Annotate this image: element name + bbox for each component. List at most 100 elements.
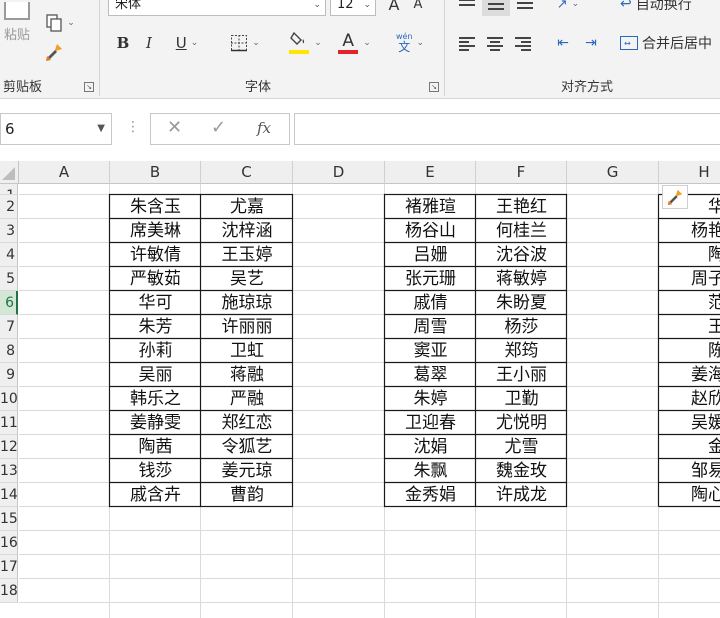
orientation-button[interactable]: ↗ ⌄ <box>548 0 588 14</box>
cell-e5[interactable]: 张元珊 <box>385 267 476 291</box>
decrease-font-size-button[interactable]: A <box>408 0 428 14</box>
copy-button[interactable]: ⌄ <box>40 12 80 34</box>
cell-c14[interactable]: 曹韵 <box>201 483 293 507</box>
cell-f12[interactable]: 尤雪 <box>476 435 567 459</box>
cell-f11[interactable]: 尤悦明 <box>476 411 567 435</box>
cell-f13[interactable]: 魏金玫 <box>476 459 567 483</box>
cell-b10[interactable]: 韩乐之 <box>110 387 201 411</box>
cell-f3[interactable]: 何桂兰 <box>476 219 567 243</box>
font-size-select[interactable]: 12 ⌄ <box>330 0 376 16</box>
cell-e8[interactable]: 窦亚 <box>385 339 476 363</box>
paste-button[interactable]: 粘贴 <box>0 0 34 44</box>
underline-button[interactable]: U ⌄ <box>164 32 210 54</box>
font-name-select[interactable]: 宋体 ⌄ <box>108 0 326 16</box>
cell-h10[interactable]: 赵欣玥 <box>659 387 720 411</box>
wrap-text-button[interactable]: ↩ 自动换行 <box>620 0 720 14</box>
align-center-button[interactable] <box>484 32 506 54</box>
cell-e4[interactable]: 吕姗 <box>385 243 476 267</box>
increase-indent-button[interactable]: ⇥ <box>580 32 602 54</box>
phonetic-guide-button[interactable]: wén 文 ⌄ <box>388 30 432 56</box>
cell-f6[interactable]: 朱盼夏 <box>476 291 567 315</box>
merge-center-button[interactable]: ↔ 合并后居中 <box>620 32 720 54</box>
enter-icon[interactable]: ✓ <box>211 117 226 138</box>
formula-input[interactable] <box>294 113 720 145</box>
cell-h8[interactable]: 陈娟 <box>659 339 720 363</box>
cell-e12[interactable]: 沈娟 <box>385 435 476 459</box>
decrease-indent-button[interactable]: ⇤ <box>552 32 574 54</box>
cell-h14[interactable]: 陶心妍 <box>659 483 720 507</box>
cell-h5[interactable]: 周子菱 <box>659 267 720 291</box>
cell-b9[interactable]: 吴丽 <box>110 363 201 387</box>
cell-b13[interactable]: 钱莎 <box>110 459 201 483</box>
cell-e10[interactable]: 朱婷 <box>385 387 476 411</box>
cell-h13[interactable]: 邹易君 <box>659 459 720 483</box>
cell-h7[interactable]: 王亚 <box>659 315 720 339</box>
cell-f8[interactable]: 郑筠 <box>476 339 567 363</box>
cell-h9[interactable]: 姜海亮 <box>659 363 720 387</box>
cancel-icon[interactable]: ✕ <box>167 117 182 138</box>
cell-h3[interactable]: 杨艳约 <box>659 219 720 243</box>
cell-e9[interactable]: 葛翠 <box>385 363 476 387</box>
align-top-button[interactable] <box>456 0 478 14</box>
cell-f14[interactable]: 许成龙 <box>476 483 567 507</box>
increase-font-size-button[interactable]: A <box>384 0 404 14</box>
cell-b11[interactable]: 姜静雯 <box>110 411 201 435</box>
cell-c2[interactable]: 尤嘉 <box>201 195 293 219</box>
cell-e2[interactable]: 褚雅瑄 <box>385 195 476 219</box>
align-bottom-button[interactable] <box>514 0 536 14</box>
cell-e6[interactable]: 戚倩 <box>385 291 476 315</box>
cell-b3[interactable]: 席美琳 <box>110 219 201 243</box>
cell-f9[interactable]: 王小丽 <box>476 363 567 387</box>
cell-f10[interactable]: 卫勤 <box>476 387 567 411</box>
bold-button[interactable]: B <box>112 32 134 54</box>
cell-h12[interactable]: 金涛 <box>659 435 720 459</box>
cell-c9[interactable]: 蒋融 <box>201 363 293 387</box>
cell-c5[interactable]: 吴艺 <box>201 267 293 291</box>
cell-b5[interactable]: 严敏茹 <box>110 267 201 291</box>
cell-b14[interactable]: 戚含卉 <box>110 483 201 507</box>
cell-c4[interactable]: 王玉婷 <box>201 243 293 267</box>
cell-h6[interactable]: 范雁 <box>659 291 720 315</box>
cell-c3[interactable]: 沈梓涵 <box>201 219 293 243</box>
cell-b6[interactable]: 华可 <box>110 291 201 315</box>
format-painter-button[interactable] <box>40 40 68 64</box>
paste-options-button[interactable] <box>662 185 688 209</box>
cell-h11[interactable]: 吴媛芳 <box>659 411 720 435</box>
clipboard-dialog-launcher[interactable]: ↘ <box>84 82 94 92</box>
font-dialog-launcher[interactable]: ↘ <box>429 82 439 92</box>
cell-e13[interactable]: 朱飘 <box>385 459 476 483</box>
italic-button[interactable]: I <box>138 32 160 54</box>
cell-c10[interactable]: 严融 <box>201 387 293 411</box>
cell-c12[interactable]: 令狐艺 <box>201 435 293 459</box>
font-color-button[interactable]: A ⌄ <box>332 30 376 56</box>
cell-f7[interactable]: 杨莎 <box>476 315 567 339</box>
align-middle-button[interactable] <box>482 0 510 16</box>
cell-b8[interactable]: 孙莉 <box>110 339 201 363</box>
cell-f5[interactable]: 蒋敏婷 <box>476 267 567 291</box>
align-right-button[interactable] <box>512 32 534 54</box>
cell-c11[interactable]: 郑红恋 <box>201 411 293 435</box>
cell-h4[interactable]: 陶妏 <box>659 243 720 267</box>
fill-color-button[interactable]: ⌄ <box>282 30 328 56</box>
cell-c8[interactable]: 卫虹 <box>201 339 293 363</box>
cell-c6[interactable]: 施琼琼 <box>201 291 293 315</box>
cell-c7[interactable]: 许丽丽 <box>201 315 293 339</box>
cell-e3[interactable]: 杨谷山 <box>385 219 476 243</box>
cell-b7[interactable]: 朱芳 <box>110 315 201 339</box>
cell-b4[interactable]: 许敏倩 <box>110 243 201 267</box>
cell-b12[interactable]: 陶茜 <box>110 435 201 459</box>
cell-e7[interactable]: 周雪 <box>385 315 476 339</box>
align-left-button[interactable] <box>456 32 478 54</box>
formula-bar-grip-icon[interactable]: ⋮ <box>126 119 140 135</box>
cell-f4[interactable]: 沈谷波 <box>476 243 567 267</box>
name-box[interactable]: 6 ▼ <box>0 113 112 145</box>
cell-c13[interactable]: 姜元琼 <box>201 459 293 483</box>
cell-e11[interactable]: 卫迎春 <box>385 411 476 435</box>
cell-e14[interactable]: 金秀娟 <box>385 483 476 507</box>
insert-function-icon[interactable]: fx <box>257 119 271 137</box>
worksheet-grid[interactable]: ABCDEFGH 123456789101112131415161718 朱含玉… <box>0 161 720 618</box>
decrease-indent-icon: ⇤ <box>557 35 569 51</box>
cell-f2[interactable]: 王艳红 <box>476 195 567 219</box>
cell-b2[interactable]: 朱含玉 <box>110 195 201 219</box>
borders-button[interactable]: ⌄ <box>222 32 268 54</box>
